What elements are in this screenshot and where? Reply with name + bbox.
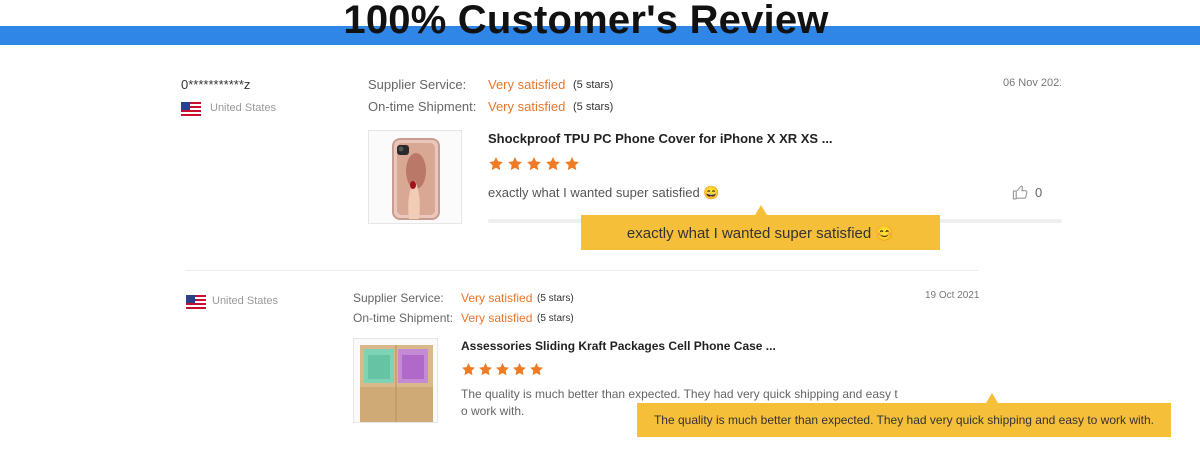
supplier-service-label: Supplier Service:	[353, 291, 444, 305]
review-callout: The quality is much better than expected…	[637, 403, 1171, 437]
shipment-stars: (5 stars)	[537, 313, 574, 324]
callout-pointer	[755, 205, 767, 215]
star-icon	[496, 362, 509, 376]
reviewer-name: 0***********z	[181, 77, 251, 92]
review-text-line: The quality is much better than expected…	[461, 387, 898, 401]
reviewer-country: United States	[212, 295, 279, 307]
us-flag-icon	[186, 295, 206, 309]
star-icon	[489, 157, 503, 171]
star-icon	[527, 157, 541, 171]
callout-text: The quality is much better than expected…	[653, 413, 1155, 427]
product-thumbnail[interactable]	[368, 130, 462, 224]
like-count: 0	[1035, 185, 1043, 200]
banner-title: 100% Customer's Review	[343, 0, 829, 42]
supplier-service-stars: (5 stars)	[537, 293, 574, 304]
callout-text: exactly what I wanted super satisfied 😊	[626, 224, 895, 242]
supplier-service-stars: (5 stars)	[573, 79, 614, 91]
product-title-link[interactable]: Shockproof TPU PC Phone Cover for iPhone…	[488, 131, 833, 146]
star-icon	[530, 362, 543, 376]
reviewer-country: United States	[210, 102, 277, 114]
callout-pointer	[986, 393, 998, 403]
review-date: 06 Nov 2021	[1003, 77, 1061, 89]
supplier-service-value: Very satisfied	[488, 77, 566, 92]
star-icon	[508, 157, 522, 171]
product-title-link[interactable]: Assessories Sliding Kraft Packages Cell …	[461, 339, 776, 353]
rating-stars	[461, 362, 544, 377]
shipment-value: Very satisfied	[488, 99, 566, 114]
phone-case-image	[369, 131, 461, 223]
product-thumbnail[interactable]	[353, 338, 438, 423]
star-icon	[513, 362, 526, 376]
star-icon	[546, 157, 560, 171]
shipment-stars: (5 stars)	[573, 101, 614, 113]
review-date: 19 Oct 2021	[925, 290, 980, 301]
shipment-label: On-time Shipment:	[368, 99, 477, 114]
kraft-package-image	[354, 339, 437, 422]
star-icon	[565, 157, 579, 171]
review-callout: exactly what I wanted super satisfied 😊	[581, 215, 940, 250]
rating-stars	[488, 156, 580, 172]
supplier-service-label: Supplier Service:	[368, 77, 467, 92]
shipment-value: Very satisfied	[461, 311, 533, 325]
star-icon	[462, 362, 475, 376]
thumbs-up-icon	[1012, 185, 1028, 200]
review-text: exactly what I wanted super satisfied 😄	[488, 185, 720, 200]
star-icon	[479, 362, 492, 376]
us-flag-icon	[181, 102, 201, 116]
supplier-service-value: Very satisfied	[461, 291, 533, 305]
section-divider	[185, 270, 978, 271]
like-button[interactable]: 0	[1012, 184, 1042, 201]
shipment-label: On-time Shipment:	[353, 311, 454, 325]
